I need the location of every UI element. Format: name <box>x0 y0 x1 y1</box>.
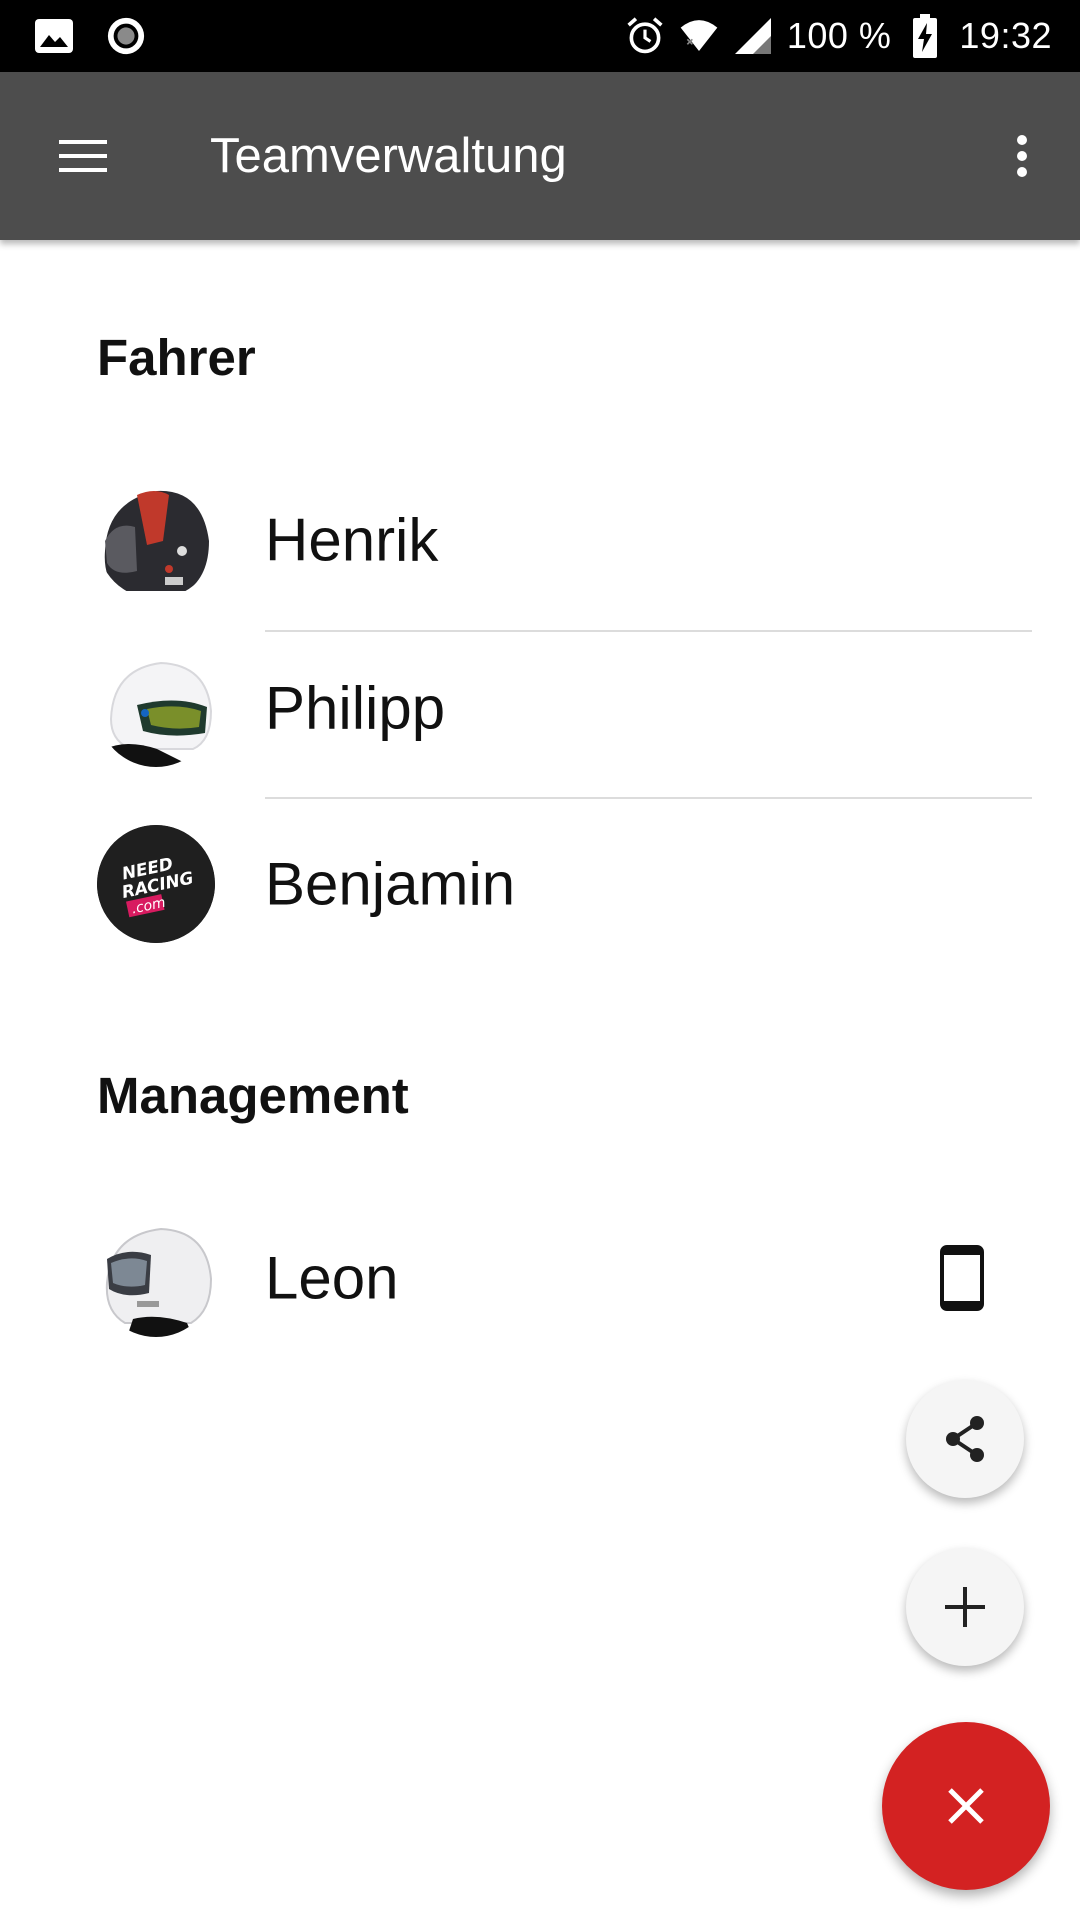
team-management-screen: 100 % 19:32 Teamverwaltung Fahrer Henrik… <box>0 0 1080 1920</box>
section-header-management: Management <box>97 1067 409 1124</box>
record-icon <box>106 16 146 56</box>
avatar <box>97 1219 215 1337</box>
avatar <box>97 649 215 767</box>
image-icon <box>34 16 74 56</box>
wifi-icon <box>679 16 719 56</box>
menu-icon <box>59 140 107 172</box>
battery-percent: 100 % <box>786 15 892 56</box>
close-icon <box>948 1788 984 1824</box>
more-vert-icon <box>1017 135 1027 177</box>
section-header-drivers: Fahrer <box>97 329 256 386</box>
menu-button[interactable] <box>50 123 116 189</box>
member-name: Henrik <box>265 506 439 574</box>
member-name: Philipp <box>265 674 446 742</box>
add-member-button[interactable] <box>906 1548 1024 1666</box>
smartphone-icon[interactable] <box>936 1243 988 1313</box>
list-item-philipp[interactable]: Philipp <box>0 624 1080 792</box>
close-fab-menu-button[interactable] <box>882 1722 1050 1890</box>
divider <box>265 797 1032 799</box>
member-name: Leon <box>265 1244 399 1312</box>
clock: 19:32 <box>959 15 1052 56</box>
list-item-leon[interactable]: Leon <box>0 1194 1080 1362</box>
needracing-logo: NEED RACING .com <box>97 825 215 943</box>
overflow-menu-button[interactable] <box>994 121 1050 191</box>
list-item-benjamin[interactable]: NEED RACING .com Benjamin <box>0 800 1080 968</box>
app-bar: Teamverwaltung <box>0 72 1080 240</box>
avatar <box>97 481 215 599</box>
status-bar: 100 % 19:32 <box>0 0 1080 72</box>
alarm-icon <box>625 16 665 56</box>
member-name: Benjamin <box>265 850 516 918</box>
plus-icon <box>945 1587 985 1627</box>
share-icon <box>946 1416 984 1462</box>
share-button[interactable] <box>906 1380 1024 1498</box>
list-item-henrik[interactable]: Henrik <box>0 456 1080 624</box>
signal-icon <box>733 16 773 56</box>
battery-charging-icon <box>905 14 945 58</box>
page-title: Teamverwaltung <box>210 129 567 183</box>
